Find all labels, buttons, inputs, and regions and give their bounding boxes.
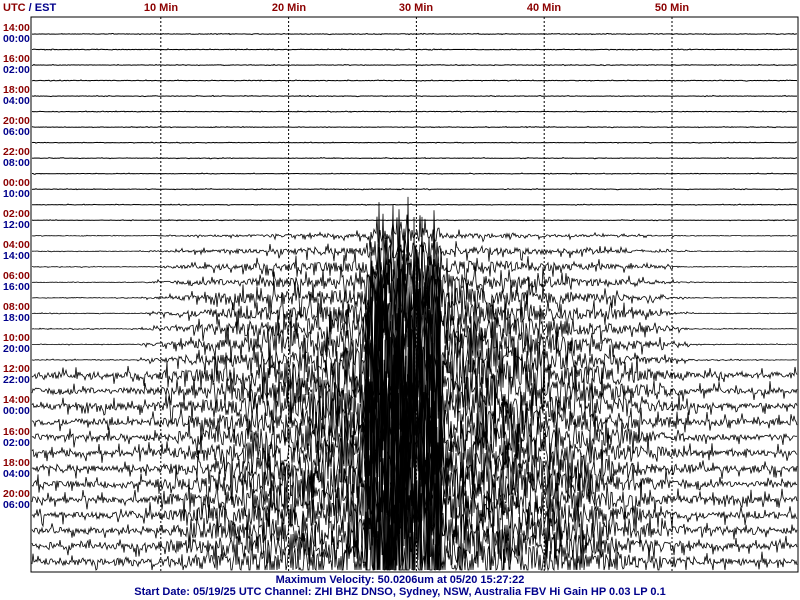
trace-row (31, 156, 798, 160)
trace-row (31, 63, 798, 67)
trace-row (32, 32, 797, 36)
row-local-label: 00:00 (3, 405, 30, 418)
trace-row (31, 94, 798, 98)
trace-row (31, 125, 797, 129)
local-label: EST (34, 2, 57, 14)
time-zone-header: UTC / EST (3, 2, 56, 14)
row-utc-label: 20:00 (3, 487, 30, 500)
trace-row (31, 141, 797, 144)
trace-row (31, 218, 798, 222)
utc-label: UTC (3, 2, 26, 14)
trace-row (31, 203, 798, 206)
x-tick-label: 10 Min (143, 2, 179, 14)
row-local-label: 12:00 (3, 219, 30, 232)
row-local-label: 20:00 (3, 343, 30, 356)
seismogram-plot (30, 16, 799, 573)
row-local-label: 22:00 (3, 374, 30, 387)
row-local-label: 04:00 (3, 95, 30, 108)
row-local-label: 10:00 (3, 188, 30, 201)
row-local-label: 18:00 (3, 312, 30, 325)
row-local-label: 14:00 (3, 250, 30, 263)
row-local-label: 06:00 (3, 498, 30, 511)
row-local-label: 08:00 (3, 157, 30, 170)
station-info-text: Start Date: 05/19/25 UTC Channel: ZHI BH… (134, 586, 666, 598)
trace-row (31, 187, 798, 191)
trace-row (32, 172, 798, 175)
header-separator: / (25, 2, 35, 14)
row-local-label: 00:00 (3, 33, 30, 45)
x-tick-label: 50 Min (654, 2, 690, 14)
seismic-traces (31, 32, 798, 572)
x-tick-label: 40 Min (526, 2, 562, 14)
row-utc-label: 18:00 (3, 456, 30, 469)
trace-row (31, 79, 798, 82)
row-local-label: 02:00 (3, 436, 30, 449)
trace-row (31, 110, 798, 113)
trace-row (31, 48, 798, 51)
x-tick-label: 20 Min (271, 2, 307, 14)
row-utc-label: 16:00 (3, 425, 30, 438)
x-tick-label: 30 Min (398, 2, 434, 14)
row-local-label: 02:00 (3, 64, 30, 77)
row-local-label: 04:00 (3, 467, 30, 480)
row-local-label: 06:00 (3, 126, 30, 139)
row-local-label: 16:00 (3, 281, 30, 294)
max-velocity-text: Maximum Velocity: 50.0206um at 05/20 15:… (275, 574, 525, 586)
